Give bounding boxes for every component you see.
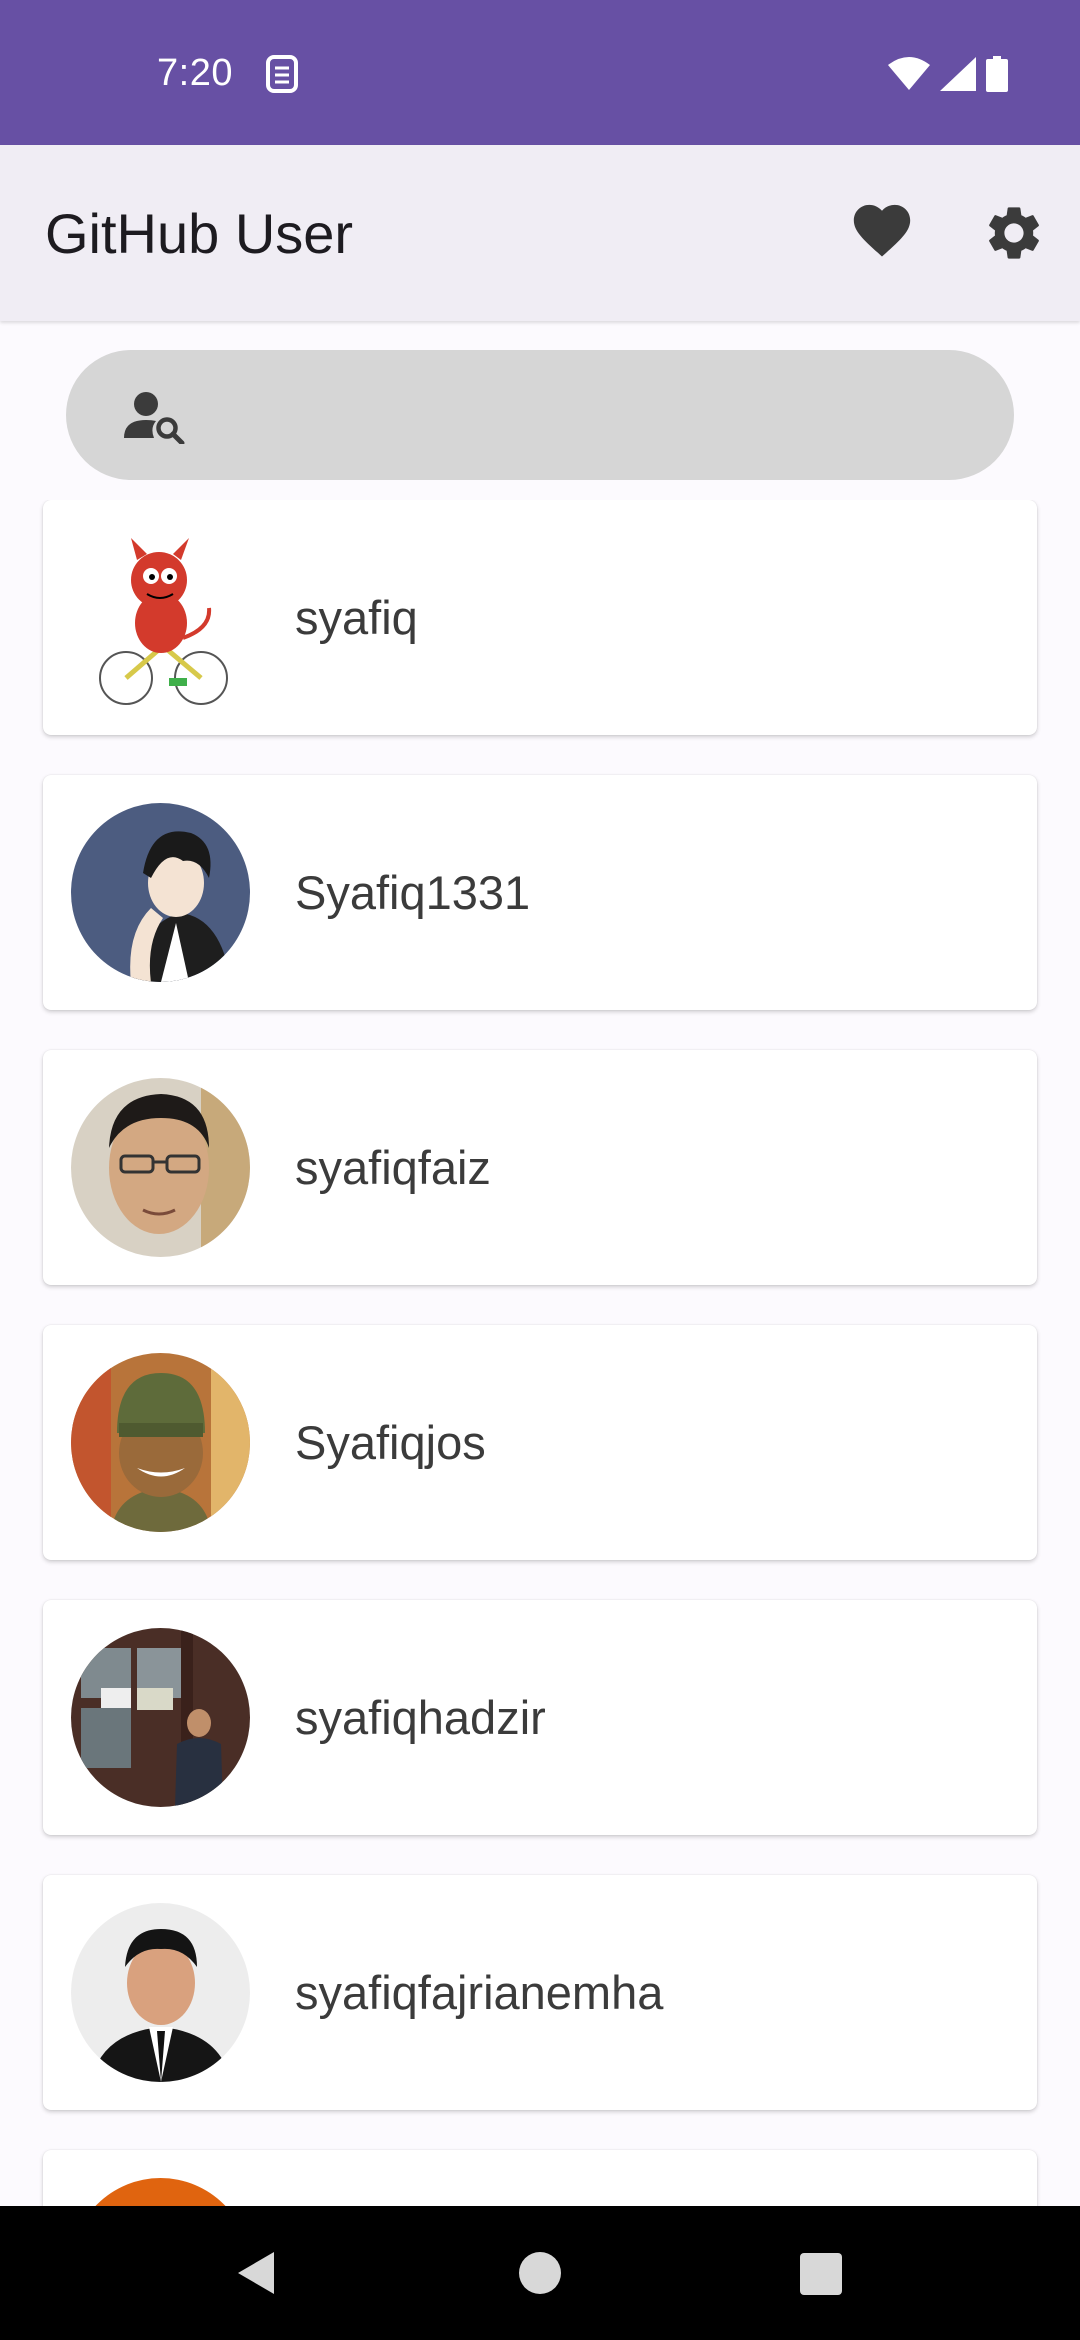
signal-icon <box>940 57 976 91</box>
username: Syafiq1331 <box>295 866 531 919</box>
avatar <box>71 803 250 982</box>
avatar <box>71 528 250 707</box>
search-bar[interactable] <box>66 350 1014 480</box>
user-card[interactable]: syafiqfajrianemha <box>43 1875 1037 2110</box>
user-card[interactable]: syafiqfaiz <box>43 1050 1037 1285</box>
recents-square-icon[interactable] <box>800 2253 842 2295</box>
sim-card-icon <box>266 55 298 93</box>
battery-icon <box>986 56 1008 92</box>
status-bar: 7:20 <box>0 0 1080 145</box>
status-time: 7:20 <box>157 52 233 94</box>
username: syafiq <box>295 591 418 644</box>
person-search-icon <box>124 392 185 444</box>
avatar <box>71 2178 250 2206</box>
user-list: syafiq Syafiq1331 syafiqfaiz Syafiqjos s… <box>0 500 1080 2206</box>
avatar-image <box>71 2178 250 2206</box>
username: syafiqfajrianemha <box>295 1966 664 2019</box>
screen: 7:20 GitHub User syafiq Syafiq1331 syafi… <box>0 0 1080 2340</box>
daemon-avatar-image <box>71 528 250 707</box>
user-card[interactable]: Syafiq1331 <box>43 775 1037 1010</box>
back-triangle-icon[interactable] <box>236 2250 276 2296</box>
username: Syafiqjos <box>295 1416 486 1469</box>
search-input[interactable] <box>216 380 976 450</box>
avatar-image <box>71 1628 250 1807</box>
user-card[interactable]: syafiq <box>43 500 1037 735</box>
gear-icon[interactable] <box>982 201 1046 265</box>
avatar-image <box>71 1353 250 1532</box>
username: syafiqhadzir <box>295 1691 546 1744</box>
user-card[interactable]: Syafiqjos <box>43 1325 1037 1560</box>
avatar <box>71 1078 250 1257</box>
avatar-image <box>71 1078 250 1257</box>
avatar <box>71 1353 250 1532</box>
user-card[interactable] <box>43 2150 1037 2206</box>
user-card[interactable]: syafiqhadzir <box>43 1600 1037 1835</box>
heart-icon[interactable] <box>848 202 916 264</box>
avatar <box>71 1903 250 2082</box>
avatar-image <box>71 1903 250 2082</box>
navigation-bar <box>0 2206 1080 2340</box>
app-title: GitHub User <box>45 202 354 265</box>
wifi-icon <box>888 57 930 90</box>
status-icons <box>888 56 1008 92</box>
avatar-image <box>71 803 250 982</box>
app-bar: GitHub User <box>0 145 1080 321</box>
home-circle-icon[interactable] <box>519 2252 561 2294</box>
username: syafiqfaiz <box>295 1141 491 1194</box>
avatar <box>71 1628 250 1807</box>
